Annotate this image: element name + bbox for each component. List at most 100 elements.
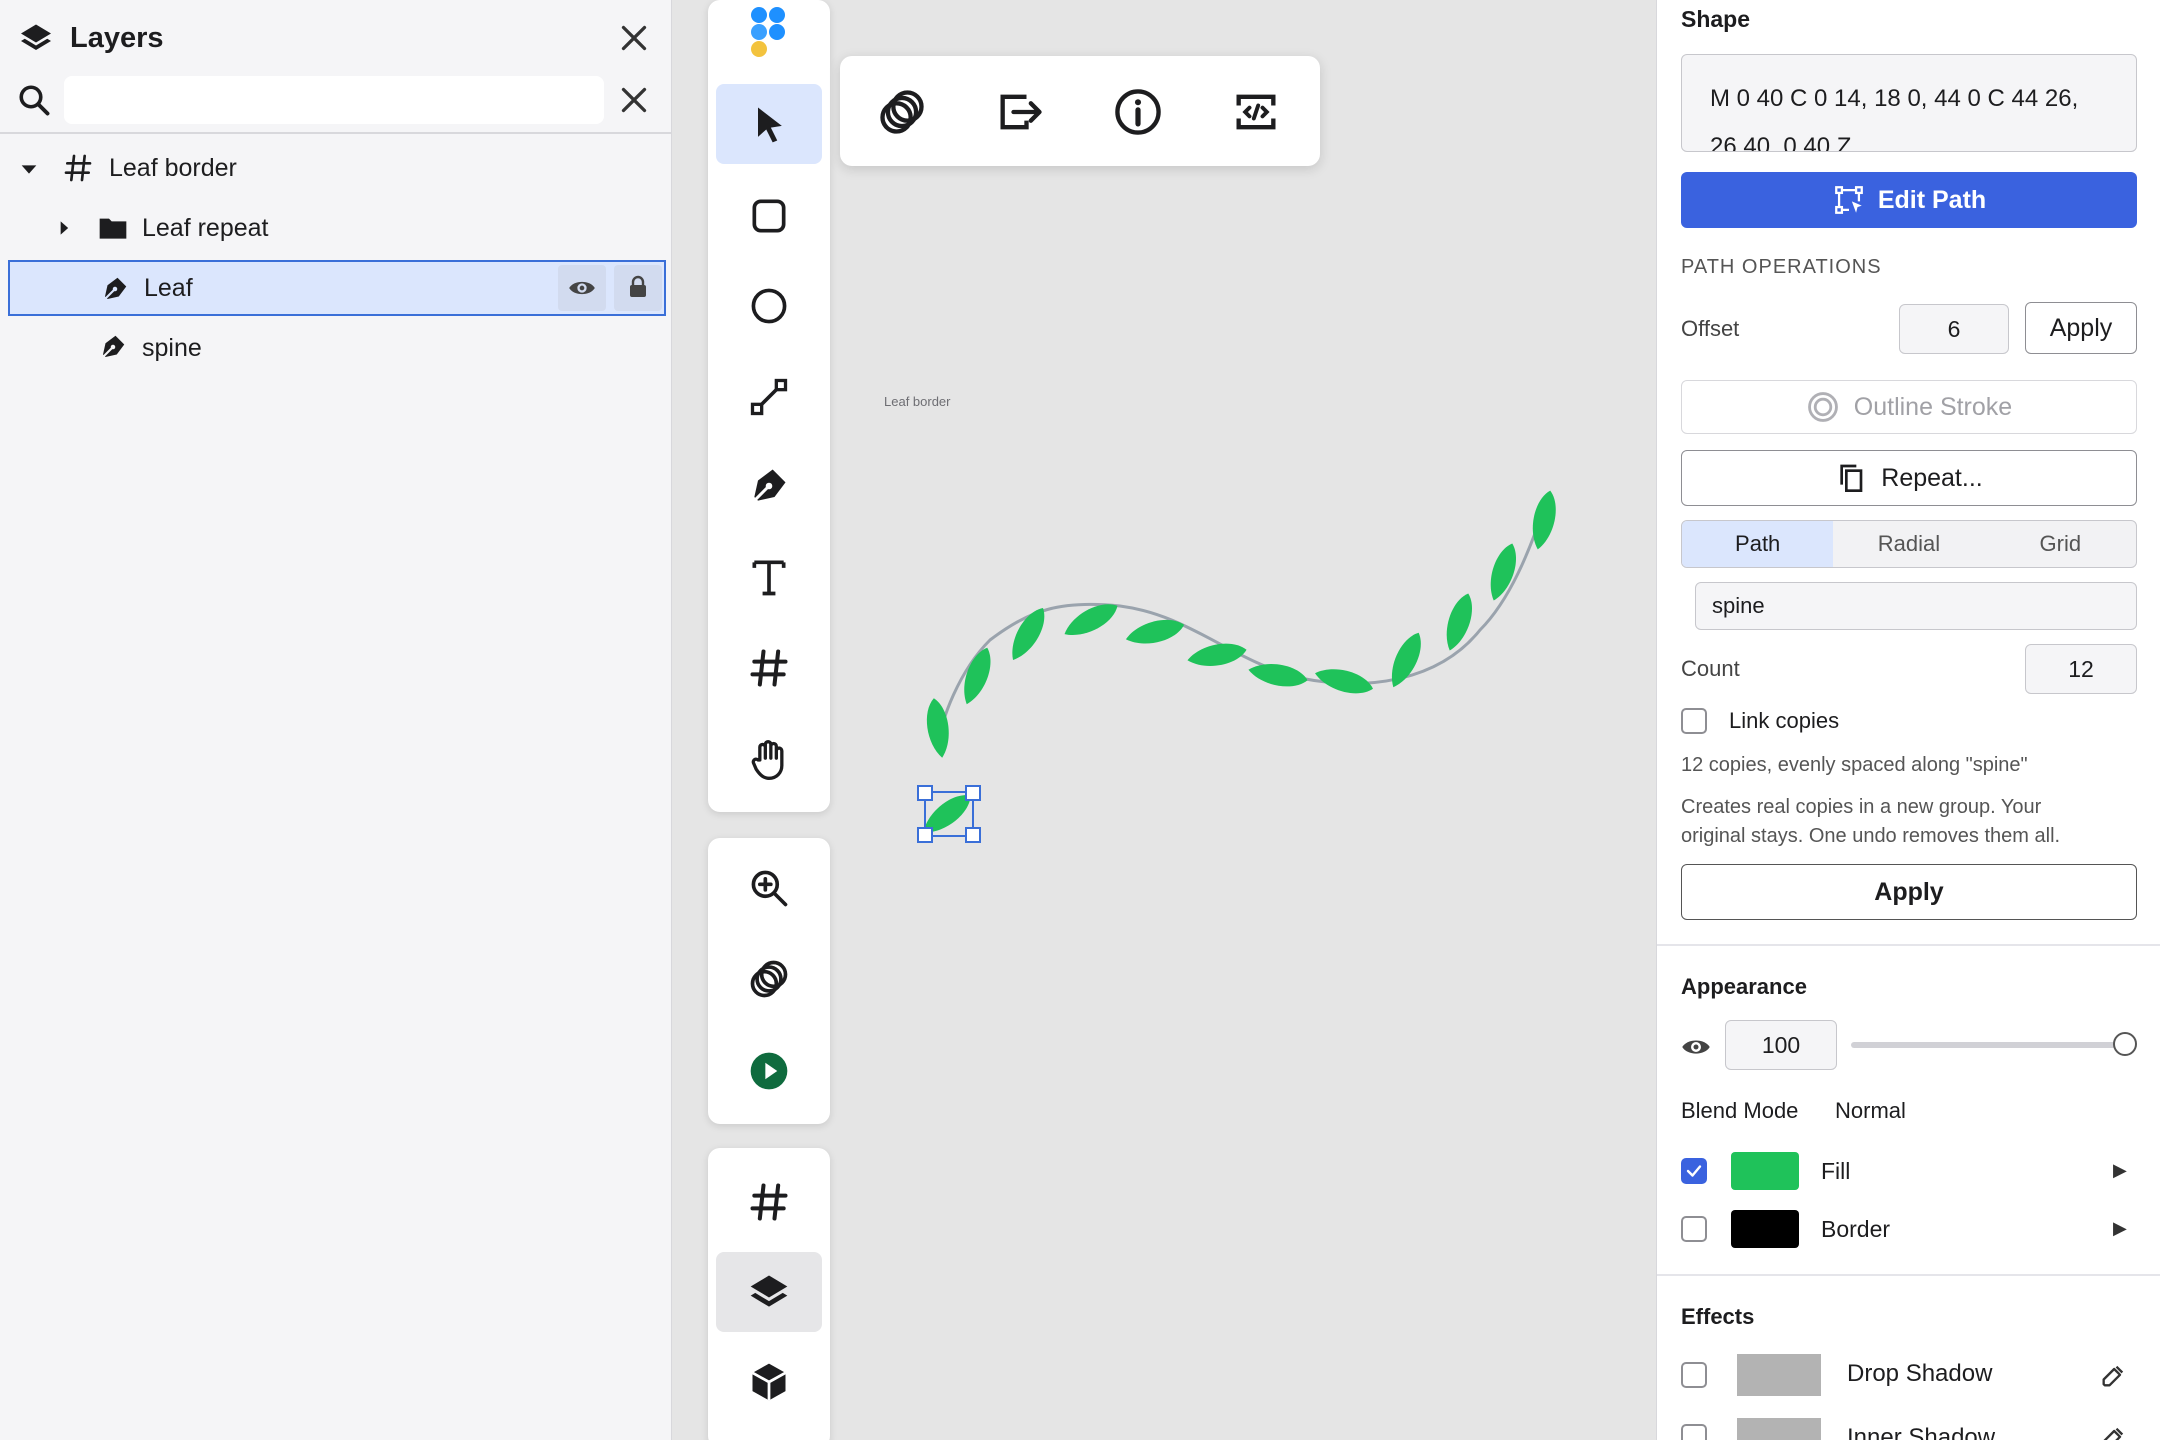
search-icon [19, 85, 50, 116]
checkmark-icon [1686, 1165, 1702, 1177]
rectangle-tool[interactable] [716, 176, 822, 256]
pen-tool[interactable] [716, 446, 822, 526]
drop-shadow-checkbox[interactable] [1681, 1362, 1707, 1388]
frame-toggle[interactable] [716, 1162, 822, 1242]
hash-icon [750, 1183, 788, 1221]
view-panel [708, 1148, 830, 1440]
export-button[interactable] [990, 82, 1050, 142]
text-tool[interactable] [716, 537, 822, 617]
hand-tool[interactable] [716, 720, 822, 800]
layers-header: Layers [0, 0, 672, 78]
pen-icon [104, 277, 127, 300]
path-operations-label: PATH OPERATIONS [1681, 256, 1882, 278]
boolean-tool[interactable] [716, 939, 822, 1019]
edit-path-button[interactable]: Edit Path [1681, 172, 2137, 228]
ellipse-tool[interactable] [716, 266, 822, 346]
edit-path-label: Edit Path [1877, 185, 1987, 214]
layers-panel: Layers Leaf border Leaf repeat Leaf spin… [0, 0, 672, 1440]
offset-apply-button[interactable]: Apply [2025, 302, 2137, 354]
eyedropper-icon[interactable] [2099, 1424, 2127, 1440]
boolean-ops-button[interactable] [872, 82, 932, 142]
shape-heading: Shape [1681, 6, 1751, 32]
leaf-copy[interactable] [1484, 540, 1523, 604]
drop-shadow-swatch[interactable] [1737, 1354, 1821, 1396]
play-button[interactable] [716, 1031, 822, 1111]
path-source-select[interactable]: spine [1695, 582, 2137, 630]
layer-row-leaf[interactable]: Leaf [8, 260, 666, 316]
layer-label: Leaf [144, 274, 193, 302]
select-tool[interactable] [716, 84, 822, 164]
inner-shadow-swatch[interactable] [1737, 1418, 1821, 1440]
layers-divider [0, 132, 672, 134]
fill-expand-icon[interactable]: ▶ [2113, 1160, 2127, 1181]
boolean-icon [880, 90, 924, 134]
utility-panel [708, 838, 830, 1124]
layer-row-spine[interactable]: spine [0, 320, 672, 376]
frame-tool[interactable] [716, 628, 822, 708]
folder-icon [99, 218, 127, 239]
border-checkbox[interactable] [1681, 1216, 1707, 1242]
3d-toggle[interactable] [716, 1342, 822, 1422]
offset-input[interactable]: 6 [1899, 304, 2009, 354]
drop-shadow-label: Drop Shadow [1847, 1360, 1993, 1387]
repeat-button[interactable]: Repeat... [1681, 450, 2137, 506]
fill-color-swatch[interactable] [1731, 1152, 1799, 1190]
outline-stroke-button[interactable]: Outline Stroke [1681, 380, 2137, 434]
info-button[interactable] [1108, 82, 1168, 142]
zoom-in-icon [751, 870, 788, 907]
rectangle-icon [752, 199, 786, 233]
eyedropper-icon[interactable] [2099, 1362, 2127, 1390]
app-logo-icon [751, 7, 785, 57]
layer-row-leaf-border[interactable]: Leaf border [0, 140, 672, 196]
repeat-mode-radial[interactable]: Radial [1833, 521, 1984, 567]
layers-title: Layers [70, 22, 164, 54]
pen-icon [102, 335, 125, 358]
section-divider [1657, 944, 2160, 946]
leaf-copy[interactable] [1004, 603, 1052, 665]
visibility-toggle[interactable] [558, 265, 606, 311]
caret-down-icon[interactable] [18, 158, 40, 180]
layer-label: Leaf border [109, 154, 237, 182]
leaf-copy[interactable] [1384, 628, 1428, 691]
opacity-input[interactable]: 100 [1725, 1020, 1837, 1070]
opacity-slider-knob[interactable] [2113, 1032, 2137, 1056]
border-color-swatch[interactable] [1731, 1210, 1799, 1248]
caret-right-icon[interactable] [54, 218, 74, 238]
text-icon [752, 560, 786, 596]
count-input[interactable]: 12 [2025, 644, 2137, 694]
code-button[interactable] [1226, 82, 1286, 142]
leaf-copy[interactable] [1440, 590, 1479, 654]
path-data-field[interactable]: M 0 40 C 0 14, 18 0, 44 0 C 44 26, 26 40… [1681, 54, 2137, 152]
repeat-apply-button[interactable]: Apply [1681, 864, 2137, 920]
repeat-mode-grid[interactable]: Grid [1985, 521, 2136, 567]
layers-icon [21, 24, 51, 50]
close-icon[interactable] [616, 20, 652, 56]
frame-label: Leaf border [884, 394, 951, 409]
lock-icon [630, 275, 646, 297]
cube-icon [751, 1363, 787, 1401]
layers-toggle[interactable] [716, 1252, 822, 1332]
leaf-copy[interactable] [1247, 659, 1310, 690]
layer-row-leaf-repeat[interactable]: Leaf repeat [0, 200, 672, 256]
leaf-copy[interactable] [1186, 639, 1249, 670]
clear-search-icon[interactable] [616, 82, 652, 118]
outline-stroke-icon [1807, 392, 1838, 422]
repeat-mode-path[interactable]: Path [1682, 521, 1834, 567]
layers-search-input[interactable] [64, 76, 604, 124]
opacity-slider-track[interactable] [1851, 1042, 2127, 1048]
lock-toggle[interactable] [614, 265, 662, 311]
hash-icon [750, 649, 788, 687]
inner-shadow-checkbox[interactable] [1681, 1424, 1707, 1440]
play-icon [750, 1052, 788, 1090]
eye-icon[interactable] [1681, 1032, 1711, 1062]
eye-icon [569, 281, 595, 295]
repeat-mode-selector: Path Radial Grid [1681, 520, 2137, 568]
zoom-tool[interactable] [716, 848, 822, 928]
fill-checkbox[interactable] [1681, 1158, 1707, 1184]
line-tool[interactable] [716, 357, 822, 437]
repeat-label: Repeat... [1881, 463, 1983, 492]
leaf-copy[interactable] [1123, 615, 1186, 650]
link-copies-checkbox[interactable] [1681, 708, 1707, 734]
border-expand-icon[interactable]: ▶ [2113, 1218, 2127, 1239]
blend-mode-select[interactable]: Normal [1835, 1098, 1906, 1124]
